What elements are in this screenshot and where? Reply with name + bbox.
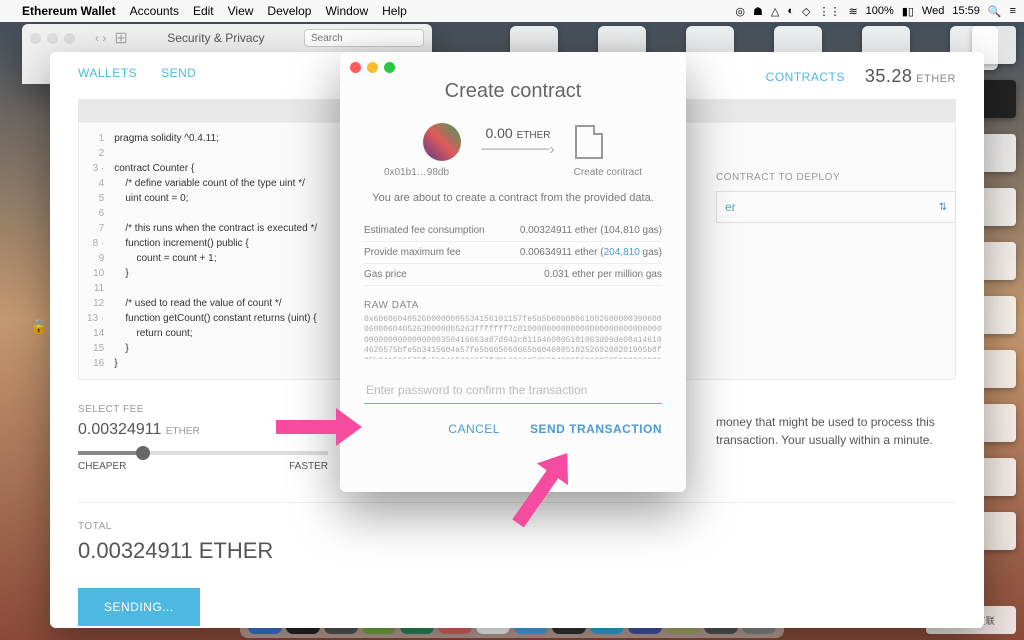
nav-contracts[interactable]: CONTRACTS (766, 70, 845, 84)
total-value: 0.00324911 ETHER (78, 538, 956, 564)
cancel-button[interactable]: CANCEL (448, 422, 500, 436)
wifi-icon[interactable]: ⋮⋮ (818, 5, 840, 18)
deploy-select[interactable]: er (716, 191, 956, 223)
status-icon: ◇ (802, 5, 810, 18)
fee-row-label: Gas price (364, 269, 407, 280)
contract-icon (575, 125, 603, 159)
battery-text: 100% (866, 5, 894, 17)
modal-traffic-lights[interactable] (350, 62, 395, 73)
status-icon: ◐ (787, 5, 794, 17)
fee-row-value: 0.00324911 ether (104,810 gas) (520, 225, 662, 236)
fee-unit: ETHER (166, 426, 200, 437)
raw-data-label: RAW DATA (364, 300, 662, 311)
menu-window[interactable]: Window (325, 4, 368, 18)
send-transaction-button[interactable]: SEND TRANSACTION (530, 422, 662, 436)
nav-wallets[interactable]: WALLETS (78, 66, 137, 87)
from-address: 0x01b1…98db (384, 167, 449, 178)
fee-row-value: 0.031 ether per million gas (544, 269, 662, 280)
app-name[interactable]: Ethereum Wallet (22, 4, 116, 18)
menu-accounts[interactable]: Accounts (130, 4, 179, 18)
fee-slider[interactable] (78, 451, 328, 455)
search-icon[interactable]: 🔍 (988, 5, 1002, 18)
slider-cheaper-label: CHEAPER (78, 461, 126, 472)
balance-unit: ETHER (916, 73, 956, 85)
fee-row-label: Estimated fee consumption (364, 225, 485, 236)
gas-link[interactable]: 204,810 (604, 247, 640, 258)
raw-data: 0x6060604052600000005534156101157fe5b5b6… (364, 315, 662, 359)
line-numbers: 123 ·45678 ·910111213 ·141516 (87, 131, 114, 371)
deploy-label: CONTRACT TO DEPLOY (716, 172, 956, 183)
tx-amount-unit: ETHER (517, 130, 551, 141)
wifi-icon[interactable]: ≋ (848, 5, 857, 18)
status-icon: ☗ (753, 5, 763, 18)
create-contract-modal: Create contract 0.00 ETHER ──────› 0x01b… (340, 52, 686, 492)
fee-row-value: 0.00634911 ether (204,810 gas) (520, 247, 662, 258)
menu-view[interactable]: View (228, 4, 254, 18)
slider-thumb[interactable] (136, 446, 150, 460)
notif-icon[interactable]: ≡ (1010, 5, 1016, 17)
menu-help[interactable]: Help (382, 4, 407, 18)
status-icon: ◎ (735, 5, 745, 18)
window-title: Security & Privacy (128, 31, 304, 45)
to-label: Create contract (574, 167, 642, 178)
sending-button[interactable]: SENDING... (78, 588, 200, 626)
macos-menubar: Ethereum Wallet Accounts Edit View Devel… (0, 0, 1024, 22)
slider-faster-label: FASTER (289, 461, 328, 472)
status-icon: △ (771, 5, 779, 18)
clock-day: Wed (922, 5, 944, 17)
account-avatar (423, 123, 461, 161)
modal-title: Create contract (364, 80, 662, 103)
clock-time: 15:59 (952, 5, 980, 17)
fee-amount: 0.00324911 (78, 421, 161, 438)
total-label: TOTAL (78, 521, 956, 532)
battery-icon: ▮▯ (902, 5, 914, 18)
password-input[interactable] (364, 377, 662, 404)
grid-icon[interactable]: ⊞ (114, 28, 127, 48)
info-text: money that might be used to process this… (716, 413, 956, 449)
search-input[interactable] (304, 29, 424, 47)
menu-develop[interactable]: Develop (267, 4, 311, 18)
nav-send[interactable]: SEND (161, 66, 196, 87)
traffic-lights[interactable] (30, 33, 75, 44)
code-text: pragma solidity ^0.4.11; contract Counte… (114, 131, 317, 371)
lock-icon[interactable]: 🔒 (30, 318, 47, 335)
fee-row-label: Provide maximum fee (364, 247, 461, 258)
arrow-icon: ──────› (481, 141, 554, 159)
tx-amount: 0.00 (485, 125, 512, 141)
modal-description: You are about to create a contract from … (364, 192, 662, 204)
balance-value: 35.28 (865, 66, 913, 86)
back-icon[interactable]: ‹ › (95, 31, 106, 45)
menu-edit[interactable]: Edit (193, 4, 214, 18)
